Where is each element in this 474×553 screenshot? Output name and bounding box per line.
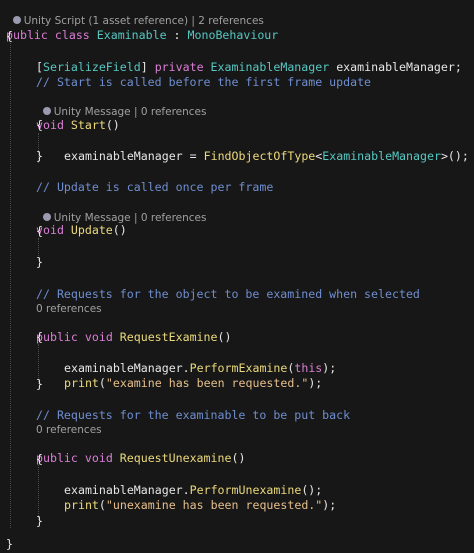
code-line-brace[interactable]: { bbox=[36, 118, 474, 133]
code-line-brace[interactable]: } bbox=[6, 537, 474, 552]
code-line-brace[interactable]: } bbox=[36, 149, 474, 164]
code-line-field[interactable]: [SerializeField] private ExaminableManag… bbox=[36, 45, 474, 75]
attribute-serializefield: SerializeField bbox=[42, 60, 141, 74]
method-print: print bbox=[64, 498, 99, 512]
code-line-brace[interactable]: { bbox=[6, 29, 474, 44]
comment-request-examine[interactable]: // Requests for the object to be examine… bbox=[36, 287, 474, 302]
code-line-brace[interactable]: } bbox=[36, 255, 474, 270]
code-line-brace[interactable]: { bbox=[36, 330, 474, 345]
code-line-brace[interactable]: { bbox=[36, 452, 474, 467]
field-name: examinableManager; bbox=[336, 60, 462, 74]
code-line-brace[interactable]: { bbox=[36, 224, 474, 239]
keyword-private: private bbox=[154, 60, 204, 74]
field-type: ExaminableManager bbox=[210, 60, 330, 74]
comment-update[interactable]: // Update is called once per frame bbox=[36, 180, 474, 195]
comment-request-unexamine[interactable]: // Requests for the examinable to be put… bbox=[36, 408, 474, 423]
indent-guide bbox=[10, 38, 11, 528]
string-literal: "unexamine has been requested." bbox=[105, 498, 323, 512]
code-line-print-unexamine[interactable]: print("unexamine has been requested."); bbox=[64, 483, 474, 513]
indent-guide bbox=[38, 465, 39, 520]
code-editor[interactable]: { "codelens": { "class_refs": "Unity Scr… bbox=[0, 0, 474, 553]
code-line-brace[interactable]: } bbox=[36, 377, 474, 392]
code-line-brace[interactable]: } bbox=[36, 514, 474, 529]
comment-start[interactable]: // Start is called before the first fram… bbox=[36, 75, 474, 90]
